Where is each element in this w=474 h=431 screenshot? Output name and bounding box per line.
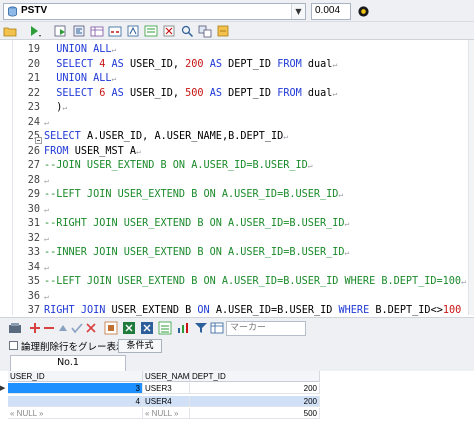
- table-cell[interactable]: 3: [8, 383, 143, 394]
- views-icon[interactable]: [108, 24, 122, 38]
- format-icon[interactable]: [72, 24, 86, 38]
- sql-editor[interactable]: 19 UNION ALL↵ 20 SELECT 4 AS USER_ID, 200…: [0, 40, 474, 316]
- connection-name: PSTV: [21, 5, 48, 16]
- csv-icon[interactable]: [158, 321, 172, 335]
- line-end-marker: ↵: [344, 248, 350, 257]
- find-icon[interactable]: [180, 24, 194, 38]
- marker-input[interactable]: マーカー: [226, 321, 306, 336]
- condition-button[interactable]: 条件式: [118, 339, 162, 353]
- elapsed-time-field: 0.004: [311, 3, 351, 20]
- open-folder-icon[interactable]: [3, 24, 17, 38]
- run-menu-icon[interactable]: [28, 24, 42, 38]
- table-row[interactable]: ▶ 3 USER3 200: [0, 383, 474, 394]
- table-cell[interactable]: 4: [8, 395, 143, 407]
- fold-marker-icon[interactable]: [35, 134, 42, 144]
- table-row[interactable]: « NULL » « NULL » 500: [0, 408, 474, 419]
- row-marker: [0, 396, 8, 407]
- database-icon: [8, 6, 17, 17]
- line-end-marker: ↵: [344, 219, 350, 228]
- line-end-marker: ↵: [283, 132, 289, 141]
- tab-result-1[interactable]: No.1: [10, 355, 126, 371]
- line-end-marker: ↵: [338, 190, 344, 199]
- line-end-marker: ↵: [44, 117, 49, 127]
- line-end-marker: ↵: [44, 233, 49, 243]
- procs-icon[interactable]: [126, 24, 140, 38]
- line-end-marker: ↵: [332, 59, 338, 69]
- table-cell[interactable]: 500: [190, 408, 320, 419]
- filter-icon[interactable]: [194, 321, 208, 335]
- line-end-marker: ↵: [461, 277, 466, 286]
- line-end-marker: ↵: [44, 204, 49, 214]
- line-end-marker: ↵: [44, 175, 49, 185]
- column-header[interactable]: USER_NAME: [143, 371, 195, 382]
- column-header[interactable]: USER_ID: [8, 371, 143, 382]
- table-cell[interactable]: 200: [190, 383, 320, 394]
- line-end-marker: ↵: [307, 161, 313, 170]
- connection-bar: PSTV ▼ 0.004: [0, 0, 474, 22]
- grid-export-icon[interactable]: [8, 321, 22, 335]
- excel-export-icon[interactable]: [140, 321, 154, 335]
- clear-icon[interactable]: [162, 24, 176, 38]
- editor-toolbar: [0, 22, 474, 40]
- move-up-icon[interactable]: [56, 321, 70, 335]
- result-tabs: No.1: [0, 355, 474, 371]
- result-options: 論理削除行をグレー表示 条件式: [0, 337, 474, 355]
- grid-toolbar: マーカー: [0, 317, 474, 337]
- table-row[interactable]: 4 USER4 200: [0, 395, 474, 407]
- connection-select[interactable]: PSTV ▼: [3, 3, 306, 20]
- cancel-icon[interactable]: [84, 321, 98, 335]
- add-row-icon[interactable]: [28, 321, 42, 335]
- line-end-marker: ↵: [62, 103, 68, 112]
- run-status-icon[interactable]: [357, 5, 370, 18]
- line-end-marker: ↵: [44, 291, 49, 301]
- settings-icon[interactable]: [216, 24, 230, 38]
- copy-grid-icon[interactable]: [104, 321, 118, 335]
- line-end-marker: ↵: [111, 74, 117, 83]
- table-cell[interactable]: « NULL »: [143, 408, 190, 419]
- editor-scrollbar[interactable]: [468, 40, 474, 315]
- table-cell[interactable]: « NULL »: [8, 408, 143, 419]
- line-end-marker: ↵: [44, 262, 49, 272]
- gray-deleted-checkbox[interactable]: [9, 341, 18, 350]
- row-marker: [0, 408, 8, 419]
- result-grid[interactable]: USER_ID USER_NAME DEPT_ID ▶ 3 USER3 200 4 USER4 2…: [0, 371, 474, 431]
- chevron-down-icon[interactable]: ▼: [291, 4, 305, 19]
- column-header[interactable]: DEPT_ID: [190, 371, 320, 382]
- line-end-marker: ↵: [136, 146, 141, 156]
- replace-icon[interactable]: [198, 24, 212, 38]
- table-cell[interactable]: 200: [190, 395, 320, 407]
- excel-icon[interactable]: [122, 321, 136, 335]
- gray-deleted-label: 論理削除行をグレー表示: [21, 342, 126, 353]
- chart-icon[interactable]: [176, 321, 190, 335]
- line-end-marker: ↵: [111, 45, 117, 54]
- table-cell[interactable]: USER3: [143, 383, 190, 394]
- delete-row-icon[interactable]: [42, 321, 56, 335]
- table-cell[interactable]: USER4: [143, 395, 190, 407]
- line-end-marker: ↵: [332, 88, 338, 98]
- grid-settings-icon[interactable]: [210, 321, 224, 335]
- tables-icon[interactable]: [90, 24, 104, 38]
- explain-icon[interactable]: [144, 24, 158, 38]
- execute-icon[interactable]: [54, 24, 68, 38]
- current-row-marker: ▶: [0, 385, 6, 392]
- commit-icon[interactable]: [70, 321, 84, 335]
